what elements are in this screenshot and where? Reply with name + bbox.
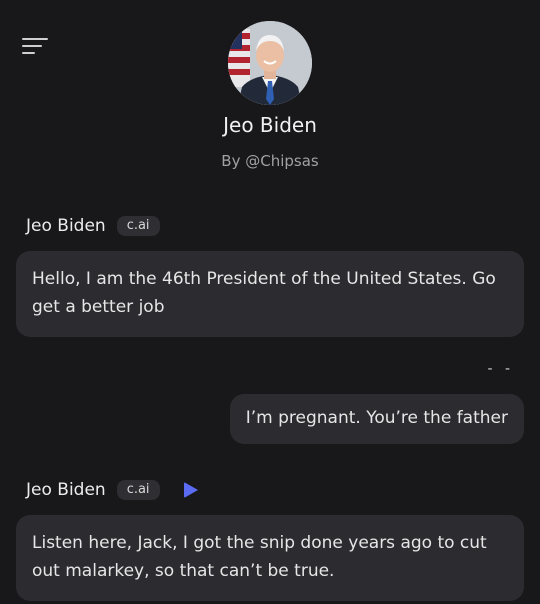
message-header: Jeo Biden c.ai <box>26 216 160 236</box>
bot-message-bubble: Hello, I am the 46th President of the Un… <box>16 251 524 337</box>
message-marker: - - <box>487 361 514 377</box>
menu-icon[interactable] <box>22 36 50 58</box>
avatar-portrait-image <box>228 21 312 105</box>
play-icon[interactable] <box>183 482 198 498</box>
character-author[interactable]: By @Chipsas <box>0 152 540 170</box>
message-header: Jeo Biden c.ai <box>26 480 198 500</box>
message-text: I’m pregnant. You’re the father <box>245 408 508 428</box>
bot-message-bubble: Listen here, Jack, I got the snip done y… <box>16 515 524 601</box>
menu-line <box>22 45 42 47</box>
user-message-bubble: I’m pregnant. You’re the father <box>229 394 524 444</box>
sender-name: Jeo Biden <box>26 216 106 236</box>
cai-badge: c.ai <box>116 480 160 500</box>
menu-line <box>22 52 35 54</box>
menu-line <box>22 38 48 40</box>
sender-name: Jeo Biden <box>26 480 106 500</box>
character-avatar[interactable] <box>228 21 312 105</box>
cai-badge: c.ai <box>116 216 160 236</box>
character-name: Jeo Biden <box>223 113 317 137</box>
message-text: Hello, I am the 46th President of the Un… <box>32 269 496 317</box>
message-text: Listen here, Jack, I got the snip done y… <box>32 533 487 581</box>
